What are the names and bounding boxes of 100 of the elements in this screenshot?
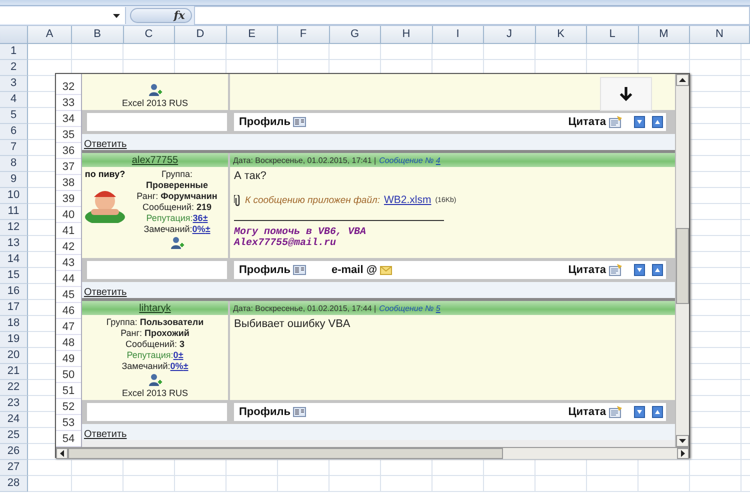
row-header[interactable]: 11 bbox=[0, 204, 28, 220]
scroll-left-button[interactable] bbox=[56, 448, 68, 459]
column-header[interactable]: L bbox=[587, 26, 638, 44]
row-header[interactable]: 5 bbox=[0, 108, 28, 124]
row-header[interactable]: 15 bbox=[0, 268, 28, 284]
info-link[interactable]: 36 bbox=[192, 213, 203, 223]
rate-link[interactable]: ± bbox=[178, 350, 184, 360]
info-link[interactable]: 0% bbox=[170, 361, 184, 371]
row-header[interactable]: 26 bbox=[0, 444, 28, 460]
row-number: 53 bbox=[56, 415, 81, 431]
quote-icon[interactable] bbox=[609, 116, 623, 128]
row-header[interactable]: 27 bbox=[0, 460, 28, 476]
insert-function-button[interactable]: fx bbox=[130, 8, 192, 23]
column-header[interactable]: C bbox=[124, 26, 175, 44]
info-label: Замечаний: bbox=[122, 361, 170, 371]
rate-link[interactable]: ± bbox=[205, 224, 210, 234]
profile-card-icon[interactable] bbox=[293, 117, 306, 127]
row-header[interactable]: 19 bbox=[0, 332, 28, 348]
scroll-right-button[interactable] bbox=[677, 448, 689, 459]
message-number-link[interactable]: Сообщение № 5 bbox=[379, 304, 440, 312]
column-header[interactable]: J bbox=[484, 26, 536, 44]
column-header[interactable]: D bbox=[175, 26, 226, 44]
row-header[interactable]: 4 bbox=[0, 92, 28, 108]
email-link[interactable]: e-mail @ bbox=[331, 264, 378, 276]
row-header[interactable]: 28 bbox=[0, 476, 28, 492]
profile-link[interactable]: Профиль bbox=[239, 406, 290, 418]
column-header[interactable]: F bbox=[278, 26, 330, 44]
down-arrow-icon bbox=[619, 86, 633, 102]
row-number: 49 bbox=[56, 351, 81, 367]
row-header[interactable]: 12 bbox=[0, 220, 28, 236]
row-number: 34 bbox=[56, 111, 81, 127]
quote-icon[interactable] bbox=[609, 264, 623, 276]
row-header[interactable]: 14 bbox=[0, 252, 28, 268]
column-header[interactable]: A bbox=[28, 26, 72, 44]
row-number: 52 bbox=[56, 399, 81, 415]
column-header[interactable]: M bbox=[638, 26, 690, 44]
row-header[interactable]: 1 bbox=[0, 44, 28, 60]
reply-link[interactable]: Ответить bbox=[84, 287, 127, 298]
info-line: Группа: Пользователи bbox=[106, 317, 204, 328]
quote-link[interactable]: Цитата bbox=[568, 406, 606, 418]
row-header[interactable]: 25 bbox=[0, 428, 28, 444]
username-link[interactable]: alex77755 bbox=[132, 154, 178, 166]
quote-link[interactable]: Цитата bbox=[568, 264, 606, 276]
column-header[interactable]: E bbox=[226, 26, 278, 44]
scroll-to-bottom-button[interactable] bbox=[600, 77, 652, 111]
row-header[interactable]: 24 bbox=[0, 412, 28, 428]
signature-line: Alex77755@mail.ru bbox=[234, 238, 338, 249]
profile-card-icon[interactable] bbox=[293, 265, 306, 275]
column-header[interactable]: K bbox=[536, 26, 587, 44]
info-line: Ранг: Прохожий bbox=[120, 328, 190, 339]
row-header[interactable]: 13 bbox=[0, 236, 28, 252]
row-header[interactable]: 2 bbox=[0, 60, 28, 76]
formula-input[interactable] bbox=[194, 6, 750, 25]
info-label: Замечаний: bbox=[144, 224, 192, 234]
scrollbar-thumb[interactable] bbox=[676, 228, 689, 304]
row-number: 43 bbox=[56, 255, 81, 271]
info-link[interactable]: 0 bbox=[173, 350, 178, 360]
scroll-up-button[interactable] bbox=[676, 74, 689, 86]
profile-link[interactable]: Профиль bbox=[239, 264, 290, 276]
row-header[interactable]: 3 bbox=[0, 76, 28, 92]
row-header[interactable]: 8 bbox=[0, 156, 28, 172]
quote-icon[interactable] bbox=[609, 406, 623, 418]
row-header[interactable]: 6 bbox=[0, 124, 28, 140]
up-triangle-icon bbox=[679, 78, 686, 82]
horizontal-scrollbar[interactable] bbox=[56, 447, 689, 459]
reply-link[interactable]: Ответить bbox=[84, 139, 127, 150]
rate-link[interactable]: ± bbox=[202, 213, 208, 223]
row-header[interactable]: 7 bbox=[0, 140, 28, 156]
row-header[interactable]: 17 bbox=[0, 300, 28, 316]
signature-text: Excel 2013 RUS bbox=[122, 98, 188, 108]
info-link[interactable]: 0% bbox=[192, 224, 206, 234]
column-header[interactable]: H bbox=[381, 26, 432, 44]
reply-link[interactable]: Ответить bbox=[84, 429, 127, 440]
column-header[interactable]: G bbox=[330, 26, 381, 44]
row-header[interactable]: 18 bbox=[0, 316, 28, 332]
post-date: Дата: Воскресенье, 01.02.2015, 17:44 | bbox=[233, 304, 376, 312]
row-header[interactable]: 20 bbox=[0, 348, 28, 364]
scrollbar-thumb[interactable] bbox=[68, 448, 503, 459]
message-number-link[interactable]: Сообщение № 4 bbox=[379, 156, 440, 164]
row-header[interactable]: 23 bbox=[0, 396, 28, 412]
row-header[interactable]: 10 bbox=[0, 188, 28, 204]
vertical-scrollbar[interactable] bbox=[675, 74, 689, 447]
scroll-down-arrow-button[interactable] bbox=[676, 435, 689, 447]
username-link[interactable]: lihtaryk bbox=[139, 302, 171, 314]
profile-card-icon[interactable] bbox=[293, 407, 306, 417]
row-header[interactable]: 9 bbox=[0, 172, 28, 188]
column-header[interactable]: B bbox=[72, 26, 124, 44]
row-number: 37 bbox=[56, 159, 81, 175]
column-header[interactable]: I bbox=[432, 26, 484, 44]
row-header[interactable]: 22 bbox=[0, 380, 28, 396]
row-header[interactable]: 21 bbox=[0, 364, 28, 380]
info-label: Репутация: bbox=[146, 213, 193, 223]
row-header[interactable]: 16 bbox=[0, 284, 28, 300]
user-status: по пиву? bbox=[84, 169, 126, 179]
column-header[interactable]: N bbox=[690, 26, 750, 44]
quote-link[interactable]: Цитата bbox=[568, 116, 606, 128]
rate-link[interactable]: ± bbox=[183, 361, 188, 371]
file-link[interactable]: WB2.xlsm bbox=[384, 194, 432, 206]
profile-link[interactable]: Профиль bbox=[239, 116, 290, 128]
row-number: 44 bbox=[56, 271, 81, 287]
